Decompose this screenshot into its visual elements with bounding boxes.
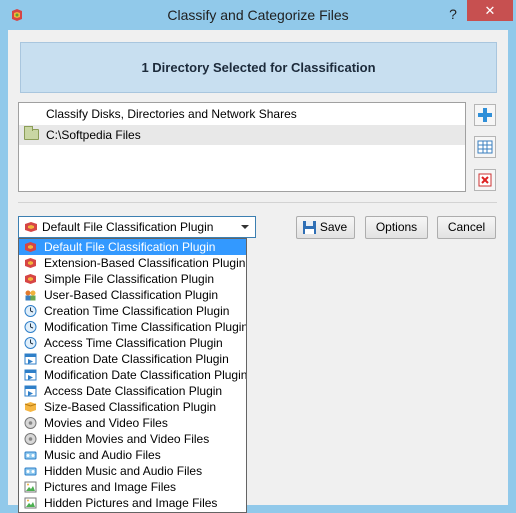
dropdown-option[interactable]: Extension-Based Classification Plugin (19, 255, 246, 271)
video-icon (24, 417, 37, 429)
dropdown-option[interactable]: Simple File Classification Plugin (19, 271, 246, 287)
dropdown-option[interactable]: Default File Classification Plugin (19, 239, 246, 255)
directory-list-header: Classify Disks, Directories and Network … (46, 107, 297, 121)
calendar-icon (24, 353, 37, 365)
list-item-label: C:\Softpedia Files (46, 128, 141, 142)
dropdown-option[interactable]: Modification Time Classification Plugin (19, 319, 246, 335)
directory-list[interactable]: Classify Disks, Directories and Network … (18, 102, 466, 192)
grid-icon (477, 140, 493, 154)
dropdown-option[interactable]: Pictures and Image Files (19, 479, 246, 495)
dropdown-option[interactable]: Creation Date Classification Plugin (19, 351, 246, 367)
dropdown-option-label: Pictures and Image Files (44, 480, 177, 494)
dropdown-option[interactable]: Music and Audio Files (19, 447, 246, 463)
dropdown-option-label: Creation Date Classification Plugin (44, 352, 229, 366)
audio-icon (24, 467, 37, 476)
dropdown-option[interactable]: Creation Time Classification Plugin (19, 303, 246, 319)
dropdown-option-label: Extension-Based Classification Plugin (44, 256, 246, 270)
save-button[interactable]: Save (296, 216, 355, 239)
dropdown-option-label: Modification Time Classification Plugin (44, 320, 247, 334)
window-title: Classify and Categorize Files (167, 7, 349, 23)
dropdown-option[interactable]: Hidden Pictures and Image Files (19, 495, 246, 511)
calendar-icon (24, 369, 37, 381)
title-bar[interactable]: Classify and Categorize Files ? ✕ (0, 0, 516, 30)
video-icon (24, 433, 37, 445)
remove-icon (478, 173, 492, 187)
plugin-icon (25, 222, 37, 232)
dropdown-option-label: Hidden Movies and Video Files (44, 432, 210, 446)
clock-icon (24, 305, 37, 317)
plugin-dropdown-list[interactable]: Default File Classification Plugin Extens… (18, 238, 247, 513)
dropdown-option-label: Size-Based Classification Plugin (44, 400, 217, 414)
close-button[interactable]: ✕ (467, 0, 513, 21)
clock-icon (24, 337, 37, 349)
remove-directory-button[interactable] (474, 169, 496, 191)
dropdown-option-label: Music and Audio Files (44, 448, 161, 462)
plugin-select[interactable]: Default File Classification Plugin (18, 216, 256, 238)
dropdown-option-label: User-Based Classification Plugin (44, 288, 219, 302)
dropdown-option[interactable]: Access Date Classification Plugin (19, 383, 246, 399)
plugin-icon (25, 274, 36, 284)
calendar-icon (24, 385, 37, 397)
options-button[interactable]: Options (365, 216, 428, 239)
cancel-button[interactable]: Cancel (437, 216, 496, 239)
floppy-icon (303, 221, 316, 234)
dropdown-option[interactable]: Modification Date Classification Plugin (19, 367, 246, 383)
dialog-window: Classify and Categorize Files ? ✕ 1 Dire… (0, 0, 516, 513)
audio-icon (24, 451, 37, 460)
dropdown-option[interactable]: Access Time Classification Plugin (19, 335, 246, 351)
dropdown-option-label: Simple File Classification Plugin (44, 272, 215, 286)
box-icon (24, 402, 37, 412)
select-directory-button[interactable] (474, 136, 496, 158)
chevron-down-icon[interactable] (241, 225, 249, 229)
dropdown-option-label: Access Time Classification Plugin (44, 336, 223, 350)
plugin-icon (25, 242, 36, 252)
dropdown-option[interactable]: Movies and Video Files (19, 415, 246, 431)
folder-icon (24, 126, 39, 140)
dropdown-option[interactable]: Size-Based Classification Plugin (19, 399, 246, 415)
dropdown-option[interactable]: User-Based Classification Plugin (19, 287, 246, 303)
dropdown-option[interactable]: Hidden Movies and Video Files (19, 431, 246, 447)
dropdown-option-label: Hidden Pictures and Image Files (44, 496, 218, 510)
user-icon (25, 290, 36, 301)
dropdown-option-label: Movies and Video Files (44, 416, 168, 430)
dropdown-option[interactable]: Hidden Music and Audio Files (19, 463, 246, 479)
plugin-icon (25, 258, 36, 268)
list-item[interactable]: C:\Softpedia Files (19, 125, 465, 145)
help-button[interactable]: ? (444, 4, 462, 24)
selection-summary: 1 Directory Selected for Classification (20, 42, 497, 93)
plugin-select-value: Default File Classification Plugin (42, 220, 214, 234)
dropdown-option-label: Modification Date Classification Plugin (44, 368, 247, 382)
divider (18, 202, 497, 203)
add-directory-button[interactable] (474, 104, 496, 126)
clock-icon (24, 321, 37, 333)
dropdown-option-label: Access Date Classification Plugin (44, 384, 223, 398)
picture-icon (24, 497, 37, 509)
dropdown-option-label: Default File Classification Plugin (44, 240, 216, 254)
dropdown-option-label: Hidden Music and Audio Files (44, 464, 203, 478)
plus-icon (478, 108, 492, 122)
picture-icon (24, 481, 37, 493)
dropdown-option-label: Creation Time Classification Plugin (44, 304, 230, 318)
